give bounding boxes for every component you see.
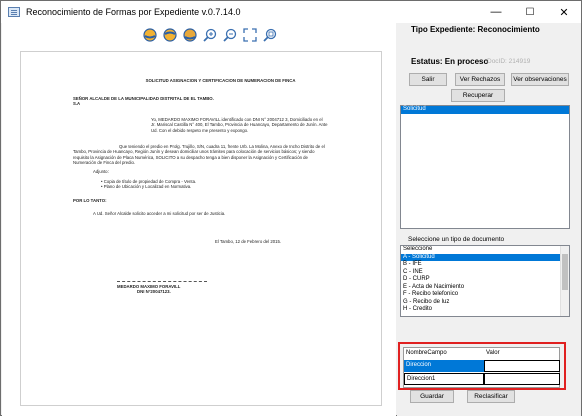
doc-date: El Tambo, 12 de Febrero del 2015.	[215, 238, 282, 244]
doc-request: A Ud. Señor Alcalde solicito acceder a m…	[93, 211, 226, 217]
list-item[interactable]: G - Recibo de luz	[401, 299, 569, 307]
window-title: Reconocimiento de Formas por Expediente …	[26, 7, 241, 17]
doc-intro: Yo, MEDARDO MAXIMO FORAVILL identificado…	[151, 116, 328, 133]
list-item[interactable]: F - Recibo telefonico	[401, 291, 569, 299]
signature-line	[117, 280, 207, 282]
list-item[interactable]: A - Solicitud	[401, 253, 569, 261]
document-page: SOLICITUD ASIGNACION Y CERTIFICACION DE …	[20, 51, 382, 406]
tipo-documento-label: Seleccione un tipo de documento	[408, 236, 505, 243]
reclasificar-button[interactable]: Reclasificar	[467, 390, 515, 403]
maximize-button[interactable]: ☐	[513, 1, 547, 23]
doc-adjunto: Adjunto:	[93, 168, 109, 174]
document-viewer: SOLICITUD ASIGNACION Y CERTIFICACION DE …	[2, 23, 396, 416]
recuperar-button[interactable]: Recuperar	[451, 89, 505, 102]
globe-right-icon[interactable]	[162, 27, 178, 43]
doc-porlotanto: POR LO TANTO:	[73, 197, 107, 203]
globe-icon[interactable]	[182, 27, 198, 43]
ver-rechazos-button[interactable]: Ver Rechazos	[455, 73, 505, 86]
doc-item-2-text: Plano de Ubicación y Localizad en Normat…	[103, 184, 192, 190]
list-item[interactable]: Solicitud	[401, 106, 569, 114]
ver-observaciones-button[interactable]: Ver observaciones	[511, 73, 569, 86]
doc-title: SOLICITUD ASIGNACION Y CERTIFICACION DE …	[145, 78, 296, 83]
scroll-thumb[interactable]	[562, 254, 568, 290]
viewer-toolbar	[142, 27, 278, 43]
title-bar: Reconocimiento de Formas por Expediente …	[1, 1, 581, 23]
list-item[interactable]: H - Credito	[401, 306, 569, 314]
salir-button[interactable]: Salir	[409, 73, 447, 86]
list-item[interactable]: B - IFE	[401, 261, 569, 269]
list-item[interactable]: D - CURP	[401, 276, 569, 284]
doc-item-2: • Plano de Ubicación y Localizad en Norm…	[101, 184, 192, 190]
minimize-button[interactable]: —	[479, 1, 513, 23]
highlight-box	[398, 342, 566, 390]
main-window: Reconocimiento de Formas por Expediente …	[0, 0, 582, 416]
globe-left-icon[interactable]	[142, 27, 158, 43]
list-item[interactable]: Seleccione	[401, 246, 569, 254]
fit-icon[interactable]	[242, 27, 258, 43]
doc-dni: DNI N°20047123.	[137, 289, 171, 295]
document-content: SOLICITUD ASIGNACION Y CERTIFICACION DE …	[73, 78, 328, 298]
zoom-reset-icon[interactable]	[262, 27, 278, 43]
zoom-in-icon[interactable]	[202, 27, 218, 43]
document-type-list[interactable]: Seleccione A - Solicitud B - IFE C - INE…	[400, 245, 570, 317]
estatus-label: Estatus: En proceso	[411, 57, 489, 66]
list-item[interactable]: C - INE	[401, 269, 569, 277]
doc-body: Que teniendo el predio en Prolg. Trujill…	[73, 143, 325, 166]
docid-label: DocID: 214919	[487, 58, 531, 65]
doc-addressee-2: S.A	[73, 101, 81, 107]
list-scrollbar[interactable]	[560, 246, 569, 316]
zoom-out-icon[interactable]	[222, 27, 238, 43]
doc-item-1-text: Copia de título de propiedad de Compra -…	[103, 178, 197, 184]
app-icon	[8, 7, 20, 17]
list-item[interactable]: E - Acta de Nacimiento	[401, 284, 569, 292]
pages-list[interactable]: Solicitud	[400, 105, 570, 229]
tipo-expediente-label: Tipo Expediente: Reconocimiento	[411, 25, 540, 34]
guardar-button[interactable]: Guardar	[410, 390, 454, 403]
close-button[interactable]: ✕	[547, 1, 581, 23]
